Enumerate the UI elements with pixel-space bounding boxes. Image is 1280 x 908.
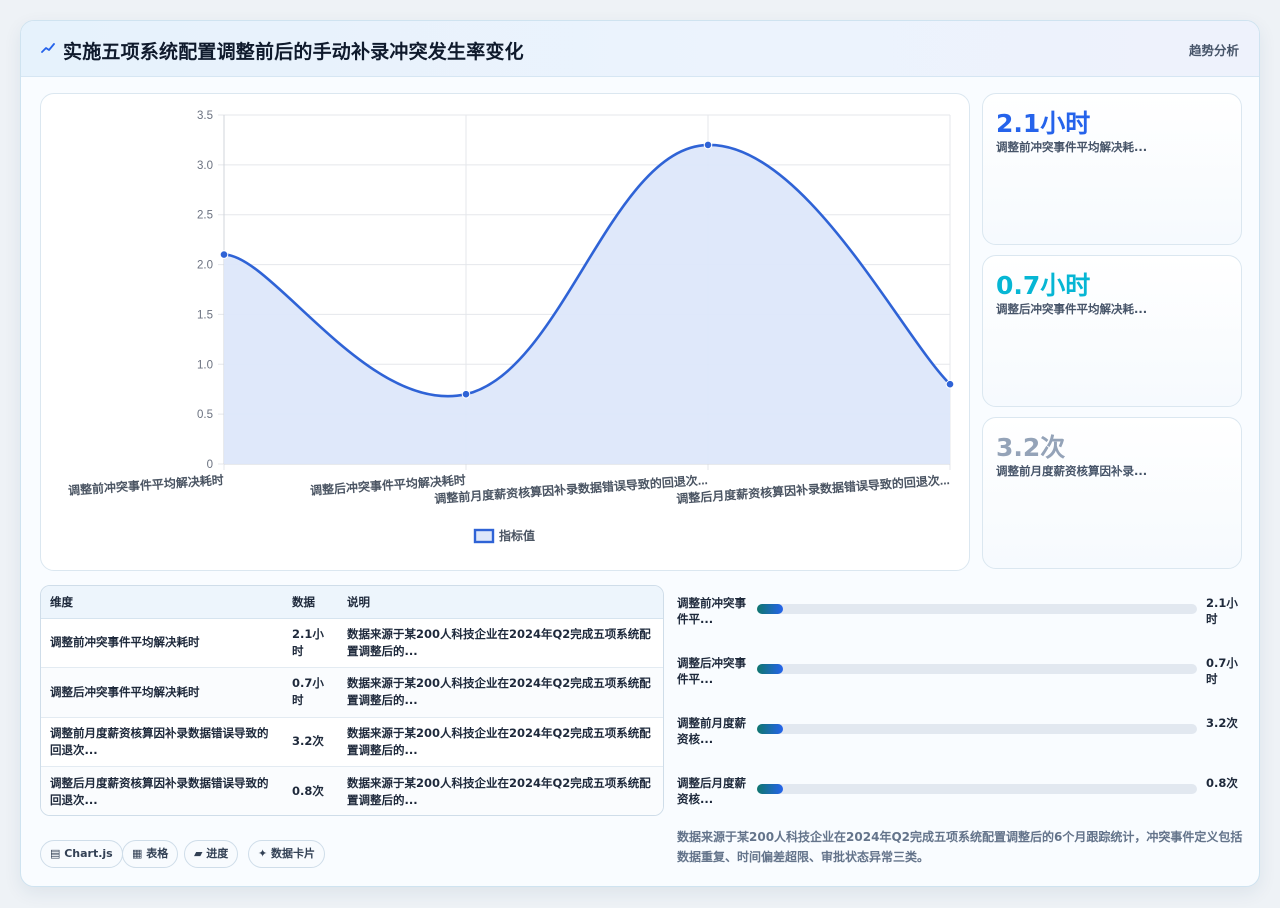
progress-row: 调整后月度薪资核... 0.8次 (677, 773, 1243, 813)
x-tick-label: 调整后月度薪资核算因补录数据错误导致的回退次... (676, 472, 950, 506)
cell-dimension: 调整后冲突事件平均解决耗时 (41, 667, 283, 718)
progress-value: 2.1小时 (1206, 596, 1238, 626)
progress-track (757, 784, 1197, 794)
dashboard-card: 实施五项系统配置调整前后的手动补录冲突发生率变化 趋势分析 0 0.5 1.0 1.5… (20, 20, 1260, 887)
y-tick-label: 1.0 (197, 359, 213, 371)
kpi-label: 调整前冲突事件平均解决耗... (996, 140, 1148, 154)
progress-row: 调整后冲突事件平... 0.7小时 (677, 653, 1243, 693)
column-header-description: 说明 (338, 586, 663, 619)
cell-dimension: 调整前月度薪资核算因补录数据错误导致的回退次... (41, 717, 283, 767)
data-point (703, 140, 713, 150)
progress-label: 调整后月度薪资核... (677, 776, 746, 806)
progress-value: 0.7小时 (1206, 656, 1238, 686)
progress-fill (757, 604, 784, 614)
table-row: 调整后月度薪资核算因补录数据错误导致的回退次... 0.8次 数据来源于某200… (41, 766, 663, 815)
chip-data-card[interactable]: ✦ 数据卡片 (248, 840, 326, 868)
progress-row: 调整前冲突事件平... 2.1小时 (677, 593, 1243, 633)
y-tick-label: 3.0 (197, 160, 213, 172)
progress-value: 0.8次 (1206, 776, 1238, 790)
cell-data: 2.1小时 (283, 618, 338, 668)
cell-data: 0.8次 (283, 766, 338, 815)
chip-chartjs[interactable]: ▤ Chart.js (40, 840, 123, 868)
progress-row: 调整前月度薪资核... 3.2次 (677, 713, 1243, 753)
progress-value: 3.2次 (1206, 716, 1238, 730)
card-header: 实施五项系统配置调整前后的手动补录冲突发生率变化 趋势分析 (21, 21, 1259, 77)
x-tick-label: 调整前月度薪资核算因补录数据错误导致的回退次... (434, 472, 708, 506)
source-note: 数据来源于某200人科技企业在2024年Q2完成五项系统配置调整后的6个月跟踪统… (677, 830, 1243, 864)
y-tick-label: 1.5 (197, 309, 213, 321)
data-point (945, 379, 955, 389)
chip-table[interactable]: ▦ 表格 (122, 840, 179, 868)
line-chart: 00.51.01.52.02.53.03.5调整前冲突事件平均解决耗时 调整后冲突… (68, 110, 955, 544)
y-tick-label: 0 (207, 459, 213, 471)
progress-label: 调整前冲突事件平... (677, 596, 746, 626)
progress-fill (757, 664, 784, 674)
line-chart-panel: 0 0.5 1.0 1.5 2.0 2.5 3.0 3.5 调整前冲突事件平均解决耗时 调整后冲突… (40, 93, 970, 571)
page-title: 实施五项系统配置调整前后的手动补录冲突发生率变化 (63, 41, 524, 63)
progress-label: 调整前月度薪资核... (677, 716, 746, 746)
trend-icon (41, 43, 55, 53)
progress-track (757, 664, 1197, 674)
analysis-tag: 趋势分析 (1188, 43, 1239, 58)
cell-dimension: 调整前冲突事件平均解决耗时 (41, 618, 283, 668)
kpi-card-2: 0.7小时 调整后冲突事件平均解决耗... (982, 255, 1242, 407)
chip-progress[interactable]: ▰ 进度 (184, 840, 239, 868)
column-header-data: 数据 (283, 586, 338, 619)
data-table: 维度 数据 说明 调整前冲突事件平均解决耗时 2.1小时 数据来源于某200人科… (40, 585, 664, 816)
table-header-row: 维度 数据 说明 (41, 586, 663, 619)
progress-fill (757, 784, 784, 794)
y-tick-label: 2.0 (197, 260, 213, 272)
y-tick-label: 3.5 (197, 110, 213, 122)
cell-description: 数据来源于某200人科技企业在2024年Q2完成五项系统配置调整后的... (338, 618, 663, 668)
data-point (461, 389, 471, 399)
table-row: 调整后冲突事件平均解决耗时 0.7小时 数据来源于某200人科技企业在2024年… (41, 667, 663, 718)
data-point (219, 250, 229, 259)
kpi-card-1: 2.1小时 调整前冲突事件平均解决耗... (982, 93, 1242, 245)
table-row: 调整前月度薪资核算因补录数据错误导致的回退次... 3.2次 数据来源于某200… (41, 717, 663, 767)
x-tick-label: 调整前冲突事件平均解决耗时 (68, 472, 225, 498)
y-tick-label: 2.5 (197, 210, 213, 222)
kpi-label: 调整前月度薪资核算因补录... (996, 464, 1148, 478)
cell-description: 数据来源于某200人科技企业在2024年Q2完成五项系统配置调整后的... (338, 667, 663, 718)
series-area (224, 144, 950, 464)
table-row: 调整前冲突事件平均解决耗时 2.1小时 数据来源于某200人科技企业在2024年… (41, 618, 663, 668)
cell-description: 数据来源于某200人科技企业在2024年Q2完成五项系统配置调整后的... (338, 717, 663, 767)
kpi-card-3: 3.2次 调整前月度薪资核算因补录... (982, 417, 1242, 569)
column-header-dimension: 维度 (41, 586, 283, 619)
legend-label: 指标值 (499, 528, 535, 543)
kpi-value: 3.2次 (996, 433, 1066, 462)
y-tick-label: 0.5 (197, 409, 213, 421)
progress-label: 调整后冲突事件平... (677, 656, 746, 686)
cell-data: 3.2次 (283, 717, 338, 767)
progress-track (757, 604, 1197, 614)
cell-description: 数据来源于某200人科技企业在2024年Q2完成五项系统配置调整后的... (338, 766, 663, 815)
progress-track (757, 724, 1197, 734)
progress-fill (757, 724, 784, 734)
kpi-label: 调整后冲突事件平均解决耗... (996, 302, 1148, 316)
kpi-value: 0.7小时 (996, 271, 1091, 300)
cell-dimension: 调整后月度薪资核算因补录数据错误导致的回退次... (41, 766, 283, 815)
cell-data: 0.7小时 (283, 667, 338, 718)
kpi-value: 2.1小时 (996, 109, 1091, 138)
legend-swatch (473, 528, 495, 544)
